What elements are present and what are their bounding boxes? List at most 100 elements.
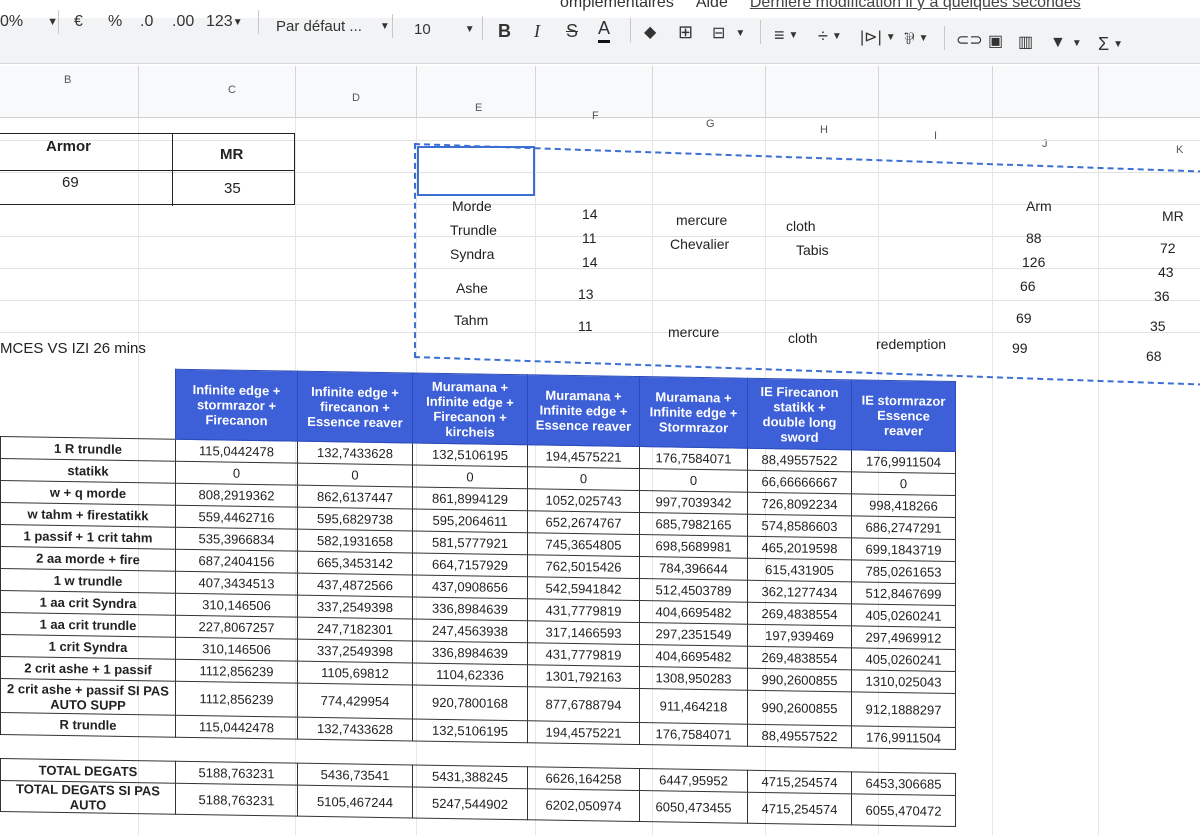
- value-cell[interactable]: 0: [412, 464, 528, 489]
- row-label[interactable]: 2 crit ashe + passif SI PAS AUTO SUPP: [0, 678, 176, 716]
- value-cell[interactable]: 685,7982165: [639, 512, 748, 537]
- champ-name[interactable]: Tahm: [454, 312, 488, 328]
- value-cell[interactable]: 404,6695482: [639, 600, 748, 625]
- font-select[interactable]: Par défaut ... ▼: [276, 12, 390, 40]
- value-cell[interactable]: 726,8092234: [747, 492, 852, 516]
- value-cell[interactable]: 1105,69812: [297, 661, 413, 685]
- value-cell[interactable]: 699,1843719: [851, 537, 956, 562]
- value-cell[interactable]: 362,1277434: [747, 580, 852, 604]
- mr-label[interactable]: MR: [220, 146, 243, 163]
- value-cell[interactable]: 227,8067257: [175, 615, 298, 640]
- value-cell[interactable]: 5188,763231: [175, 783, 298, 817]
- value-cell[interactable]: 465,2019598: [747, 536, 852, 560]
- value-cell[interactable]: 194,4575221: [527, 444, 640, 469]
- value-cell[interactable]: 317,1466593: [527, 620, 640, 645]
- row-label[interactable]: 1 R trundle: [0, 436, 176, 462]
- value-cell[interactable]: 582,1931658: [297, 529, 413, 553]
- decrease-decimal-button[interactable]: .0: [140, 8, 153, 36]
- increase-decimal-button[interactable]: .00: [172, 8, 194, 36]
- row-label[interactable]: TOTAL DEGATS: [0, 758, 176, 784]
- value-cell[interactable]: 0: [297, 463, 413, 487]
- value-cell[interactable]: 785,0261653: [851, 559, 956, 584]
- value-cell[interactable]: 88,49557522: [747, 448, 852, 472]
- value-cell[interactable]: 862,6137447: [297, 485, 413, 509]
- value-cell[interactable]: 1301,792163: [527, 664, 640, 689]
- text-color-button[interactable]: A: [598, 17, 611, 43]
- value-cell[interactable]: 0: [527, 466, 640, 491]
- value-cell[interactable]: 615,431905: [747, 558, 852, 582]
- value-cell[interactable]: 310,146506: [175, 593, 298, 618]
- row-label[interactable]: statikk: [0, 458, 176, 484]
- italic-button[interactable]: I: [534, 17, 540, 45]
- champ-mr[interactable]: 35: [1150, 318, 1166, 334]
- value-cell[interactable]: 877,6788794: [527, 686, 640, 723]
- value-cell[interactable]: 176,9911504: [851, 725, 956, 750]
- value-cell[interactable]: 88,49557522: [747, 724, 852, 748]
- currency-button[interactable]: €: [74, 8, 83, 36]
- value-cell[interactable]: 1310,025043: [851, 669, 956, 694]
- arm-header[interactable]: Arm: [1026, 198, 1052, 214]
- row-label[interactable]: TOTAL DEGATS SI PAS AUTO: [0, 780, 176, 815]
- value-cell[interactable]: 5105,467244: [297, 785, 413, 818]
- value-cell[interactable]: 5188,763231: [175, 761, 298, 786]
- mr-value[interactable]: 35: [224, 180, 241, 197]
- armor-label[interactable]: Armor: [46, 138, 91, 155]
- value-cell[interactable]: 6055,470472: [851, 793, 956, 827]
- value-cell[interactable]: 912,1888297: [851, 691, 956, 728]
- value-cell[interactable]: 194,4575221: [527, 720, 640, 745]
- chart-icon[interactable]: ▥: [1018, 28, 1033, 56]
- value-cell[interactable]: 0: [175, 461, 298, 486]
- filter-icon[interactable]: ▼ ▼: [1050, 29, 1082, 57]
- value-cell[interactable]: 664,7157929: [412, 552, 528, 577]
- value-cell[interactable]: 1112,856239: [175, 681, 298, 718]
- value-cell[interactable]: 990,2600855: [747, 690, 852, 726]
- value-cell[interactable]: 405,0260241: [851, 647, 956, 672]
- value-cell[interactable]: 6050,473455: [639, 790, 748, 824]
- row-label[interactable]: w + q morde: [0, 480, 176, 506]
- champ-mr[interactable]: 72: [1160, 240, 1176, 256]
- value-cell[interactable]: 176,7584071: [639, 446, 748, 471]
- champ-mr[interactable]: 36: [1154, 288, 1170, 304]
- value-cell[interactable]: 595,6829738: [297, 507, 413, 531]
- merge-cells-icon[interactable]: ⊟ ▼: [712, 19, 745, 47]
- value-cell[interactable]: 5247,544902: [412, 786, 528, 820]
- value-cell[interactable]: 808,2919362: [175, 483, 298, 508]
- bold-button[interactable]: B: [498, 17, 511, 45]
- value-cell[interactable]: 437,4872566: [297, 573, 413, 597]
- champ-boots[interactable]: Chevalier: [670, 236, 729, 252]
- champ-item[interactable]: cloth: [786, 218, 816, 234]
- champ-extra[interactable]: redemption: [876, 336, 946, 352]
- value-cell[interactable]: 559,4462716: [175, 505, 298, 530]
- header-build-6[interactable]: IE Firecanon statikk + double long sword: [747, 378, 852, 450]
- link-icon[interactable]: ⊂⊃: [956, 26, 983, 54]
- value-cell[interactable]: 911,464218: [639, 688, 748, 725]
- row-label[interactable]: 1 crit Syndra: [0, 634, 176, 660]
- percent-button[interactable]: %: [108, 8, 122, 36]
- align-icon[interactable]: ≡ ▼: [774, 21, 798, 49]
- row-label[interactable]: 1 aa crit Syndra: [0, 590, 176, 616]
- champ-mr[interactable]: 68: [1146, 348, 1162, 364]
- row-label[interactable]: 1 w trundle: [0, 568, 176, 594]
- value-cell[interactable]: 535,3966834: [175, 527, 298, 552]
- value-cell[interactable]: 784,396644: [639, 556, 748, 581]
- value-cell[interactable]: 698,5689981: [639, 534, 748, 559]
- value-cell[interactable]: 66,66666667: [747, 470, 852, 494]
- value-cell[interactable]: 920,7800168: [412, 684, 528, 721]
- champ-mr[interactable]: 43: [1158, 264, 1174, 280]
- value-cell[interactable]: 861,8994129: [412, 486, 528, 511]
- value-cell[interactable]: 132,7433628: [297, 717, 413, 741]
- value-cell[interactable]: 431,7779819: [527, 598, 640, 623]
- section-title[interactable]: MCES VS IZI 26 mins: [0, 340, 146, 357]
- active-cell[interactable]: [417, 146, 535, 196]
- value-cell[interactable]: 405,0260241: [851, 603, 956, 628]
- value-cell[interactable]: 687,2404156: [175, 549, 298, 574]
- font-size-select[interactable]: 10 ▼: [414, 15, 475, 43]
- armor-value[interactable]: 69: [62, 174, 79, 191]
- zoom-select[interactable]: 0% ▼: [0, 8, 58, 36]
- value-cell[interactable]: 269,4838554: [747, 602, 852, 626]
- value-cell[interactable]: 774,429954: [297, 683, 413, 719]
- champ-boots[interactable]: mercure: [676, 212, 727, 228]
- strikethrough-button[interactable]: S: [566, 17, 578, 45]
- value-cell[interactable]: 132,5106195: [412, 442, 528, 467]
- value-cell[interactable]: 652,2674767: [527, 510, 640, 535]
